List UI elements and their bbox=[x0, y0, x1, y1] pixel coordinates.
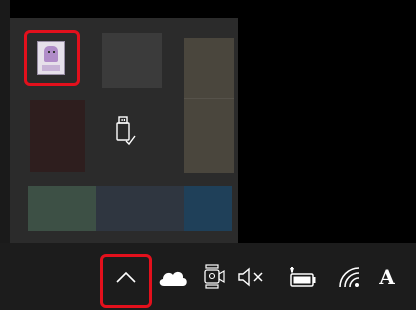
desktop-edge bbox=[0, 0, 10, 243]
chevron-up-icon bbox=[116, 271, 136, 283]
meet-now-button[interactable] bbox=[199, 243, 229, 310]
ime-mode-label: A bbox=[379, 264, 395, 289]
desktop: A bbox=[0, 0, 416, 310]
tray-app-icon-button[interactable] bbox=[25, 33, 77, 83]
taskbar: A bbox=[0, 243, 416, 310]
flyout-tile-red bbox=[30, 100, 85, 172]
meet-now-icon bbox=[204, 263, 225, 289]
show-hidden-icons-button[interactable] bbox=[104, 243, 148, 310]
flyout-tile-gray bbox=[102, 33, 162, 88]
safely-remove-hardware-button[interactable] bbox=[105, 112, 145, 152]
battery-button[interactable] bbox=[284, 243, 320, 310]
flyout-tile-slate bbox=[96, 186, 184, 231]
battery-icon bbox=[290, 266, 316, 287]
flyout-tile-brown bbox=[184, 38, 234, 173]
flyout-tile-blue bbox=[184, 186, 232, 231]
volume-muted-icon bbox=[238, 267, 263, 286]
app-tray-icon bbox=[37, 41, 65, 75]
input-indicator-button[interactable]: A bbox=[372, 243, 402, 310]
volume-button[interactable] bbox=[232, 243, 270, 310]
onedrive-cloud-icon bbox=[159, 271, 187, 286]
flyout-tile-green bbox=[28, 186, 96, 231]
onedrive-button[interactable] bbox=[155, 243, 191, 310]
network-button[interactable] bbox=[333, 243, 369, 310]
wifi-icon bbox=[339, 266, 360, 287]
usb-drive-icon bbox=[116, 116, 136, 146]
